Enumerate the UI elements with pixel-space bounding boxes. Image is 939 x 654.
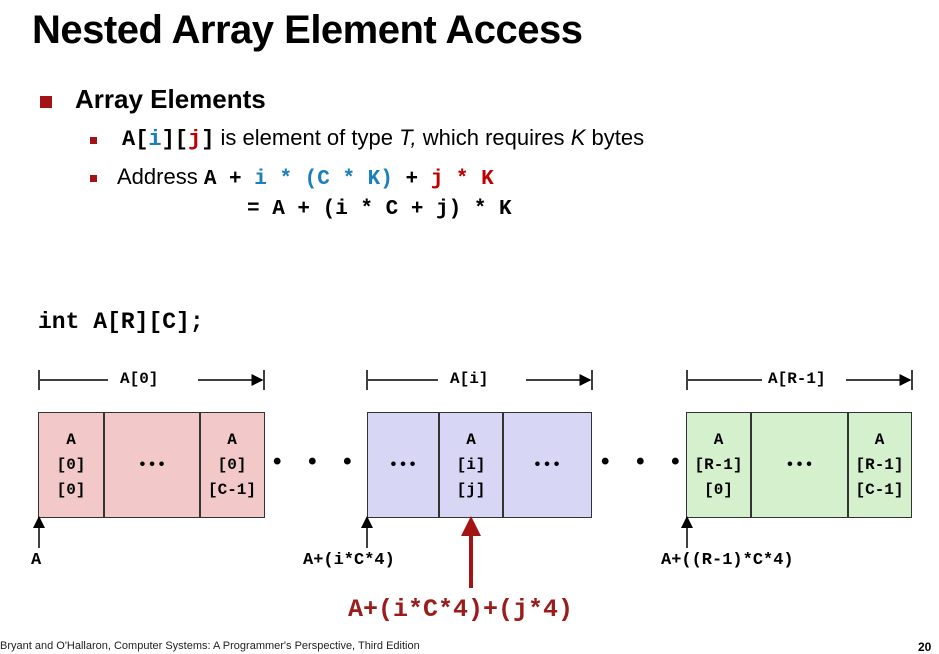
formula-col-offset: j * K [430, 168, 494, 191]
element-code: A[i][j] [122, 127, 215, 152]
footer-citation: Bryant and O'Hallaron, Computer Systems:… [0, 640, 420, 652]
cell-text: ••• [137, 455, 167, 474]
cell-text: [C-1] [207, 480, 256, 499]
cell-ellipsis: ••• [503, 413, 590, 517]
cell-a00: A [0] [0] [39, 413, 104, 517]
element-address: A+(i*C*4)+(j*4) [348, 595, 574, 624]
address-pointers [33, 516, 693, 588]
address-row-0: A [31, 551, 42, 570]
cell-text: A [713, 430, 724, 449]
cell-text: ••• [388, 455, 418, 474]
slide-title: Nested Array Element Access [32, 8, 583, 52]
cell-text: A [874, 430, 885, 449]
row-label-0: A[0] [120, 370, 159, 388]
desc-text-2: which requires [416, 125, 571, 150]
row-label-last: A[R-1] [768, 370, 826, 388]
cell-text: [j] [456, 480, 486, 499]
cell-text: ••• [532, 455, 562, 474]
cell-text: [R-1] [694, 455, 743, 474]
cell-text: [0] [217, 455, 247, 474]
row-ellipsis-1: • • • [273, 448, 362, 475]
address-label: Address [117, 164, 204, 189]
cell-text: A [66, 430, 76, 449]
cell-text: [0] [704, 480, 733, 499]
row-ellipsis-2: • • • [601, 448, 690, 475]
cell-text: [0] [56, 455, 86, 474]
cell-aij: A [i] [j] [439, 413, 503, 517]
type-T: T, [399, 125, 417, 150]
desc-text: is element of type [214, 125, 400, 150]
cell-ar0: A [R-1] [0] [687, 413, 751, 517]
cell-ellipsis: ••• [368, 413, 439, 517]
address-row-i: A+(i*C*4) [303, 551, 395, 570]
row-last-block: A [R-1] [0] ••• A [R-1] [C-1] [686, 412, 912, 518]
cell-text: A [466, 430, 476, 449]
desc-text-3: bytes [585, 125, 645, 150]
sub-bullet [90, 175, 97, 182]
row-label-i: A[i] [450, 370, 489, 388]
cell-text: [C-1] [855, 480, 904, 499]
cell-a0c: A [0] [C-1] [200, 413, 263, 517]
formula-base: A + [203, 168, 255, 191]
cell-text: ••• [785, 455, 814, 474]
address-formula: Address A + i * (C * K) + j * K [117, 164, 494, 191]
formula-row-offset: i * (C * K) [254, 168, 393, 191]
cell-text: [R-1] [855, 455, 904, 474]
cell-ellipsis: ••• [751, 413, 848, 517]
cell-text: [i] [456, 455, 486, 474]
size-K: K [570, 125, 586, 150]
element-description: A[i][j] is element of type T, which requ… [122, 125, 644, 152]
address-row-last: A+((R-1)*C*4) [661, 551, 794, 570]
cell-text: [0] [56, 480, 86, 499]
cell-ellipsis: ••• [104, 413, 200, 517]
page-number: 20 [918, 640, 932, 654]
bullet-square [40, 96, 52, 108]
sub-bullet [90, 137, 97, 144]
cell-text: A [227, 430, 237, 449]
section-heading: Array Elements [75, 84, 266, 114]
address-formula-simplified: = A + (i * C + j) * K [247, 198, 512, 221]
row-i-block: ••• A [i] [j] ••• [367, 412, 592, 518]
array-declaration: int A[R][C]; [38, 309, 204, 335]
cell-arc: A [R-1] [C-1] [848, 413, 910, 517]
row-0-block: A [0] [0] ••• A [0] [C-1] [38, 412, 265, 518]
formula-plus: + [392, 168, 431, 191]
